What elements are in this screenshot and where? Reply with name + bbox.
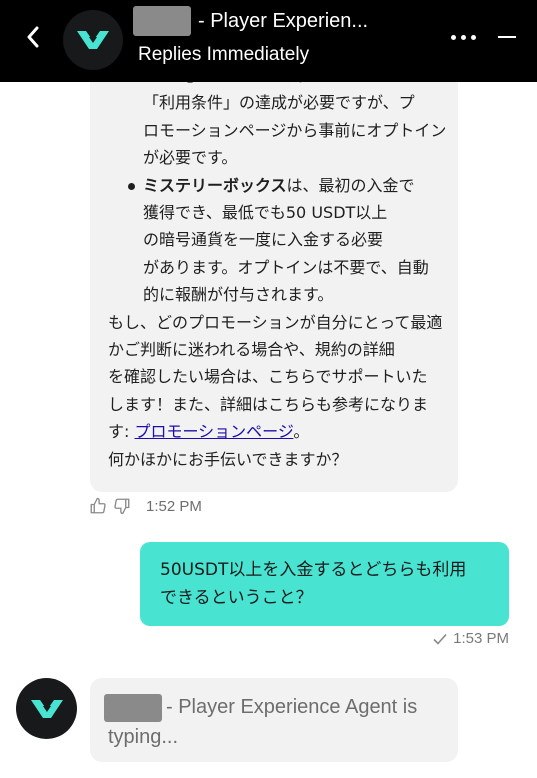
agent-message-bubble: USDT」がもらえます。このボーナスは 「利用条件」の達成が必要ですが、プ ロモ…: [90, 40, 458, 492]
message-line: を確認したい場合は、こちらでサポートいた: [108, 367, 428, 387]
message-line: 獲得でき、最低でも50 USDT以上: [143, 203, 388, 223]
user-message-text: 50USDT以上を入金するとどちらも利用 できるということ？: [160, 556, 495, 612]
redacted-agent-name: [133, 6, 191, 36]
check-icon: [433, 632, 449, 646]
thumbs-down-icon[interactable]: [112, 496, 132, 516]
more-icon: [450, 34, 456, 40]
back-button[interactable]: [18, 22, 48, 52]
message-line: が必要です。: [143, 148, 238, 168]
more-icon: [460, 34, 466, 40]
message-line: があります。オプトインは不要で、自動: [143, 257, 429, 277]
promotion-page-link[interactable]: プロモーションページ: [134, 422, 293, 441]
message-line: します！また、詳細はこちらも参考になりま: [108, 394, 429, 414]
redacted-agent-name: [104, 694, 162, 722]
back-chevron-icon: [27, 26, 39, 48]
message-line: かご判断に迷われる場合や、規約の詳細: [108, 340, 395, 360]
user-message-bubble: 50USDT以上を入金するとどちらも利用 できるということ？: [140, 542, 509, 626]
bullet-dot: [128, 182, 135, 190]
user-message-time: 1:53 PM: [453, 630, 509, 647]
more-icon: [470, 34, 476, 40]
logo-icon: [77, 31, 109, 49]
typing-text-continued: typing...: [108, 726, 179, 748]
agent-message-text: USDT」がもらえます。このボーナスは 「利用条件」の達成が必要ですが、プ ロモ…: [108, 62, 453, 473]
user-message-line: できるということ？: [160, 588, 313, 608]
agent-avatar: [63, 10, 123, 70]
message-line: ロモーションページから事前にオプトイン: [143, 120, 447, 140]
message-line: 的に報酬が付与されます。: [143, 285, 334, 305]
message-line: 「利用条件」の達成が必要ですが、プ: [143, 93, 415, 113]
more-options-button[interactable]: [446, 22, 480, 52]
message-line: す: プロモーションページ。: [108, 418, 453, 445]
thumbs-up-icon[interactable]: [88, 496, 108, 516]
minimize-button[interactable]: [493, 22, 521, 52]
agent-avatar: [16, 678, 77, 739]
agent-message-time: 1:52 PM: [146, 497, 202, 515]
logo-icon: [30, 699, 63, 718]
link-prefix: す:: [108, 422, 135, 442]
message-feedback-row: 1:52 PM: [88, 495, 202, 517]
chat-status: Replies Immediately: [138, 44, 310, 65]
typing-text: - Player Experience Agent is: [166, 696, 418, 718]
chat-header: - Player Experien... Replies Immediately: [0, 0, 537, 82]
message-line: の暗号通貨を一度に入金する必要: [143, 230, 384, 250]
user-message-status: 1:53 PM: [433, 630, 509, 647]
bullet-text: は、最初の入金で: [286, 175, 415, 195]
closing-line: 何かほかにお手伝いできますか？: [108, 449, 348, 469]
link-suffix: 。: [293, 422, 310, 442]
minimize-icon: [498, 36, 516, 38]
typing-indicator-bubble: - Player Experience Agent is typing...: [90, 678, 458, 762]
chat-title: - Player Experien...: [198, 10, 369, 32]
user-message-line: 50USDT以上を入金するとどちらも利用: [160, 560, 467, 580]
bullet-item: ミステリーボックスは、最初の入金で: [108, 172, 453, 199]
bullet-bold-term: ミステリーボックス: [143, 175, 287, 195]
message-line: もし、どのプロモーションが自分にとって最適: [108, 312, 443, 332]
